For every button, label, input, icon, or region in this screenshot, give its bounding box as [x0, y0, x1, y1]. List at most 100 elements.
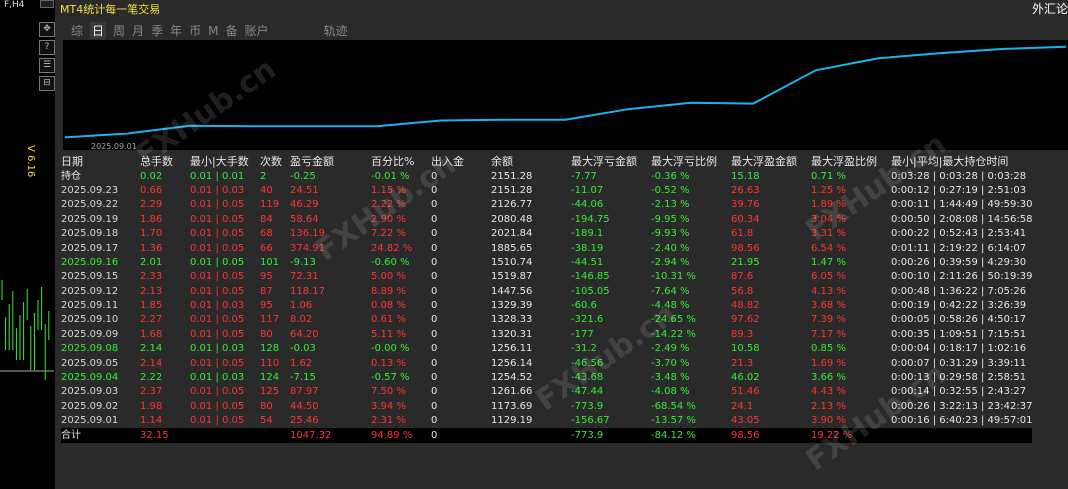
tab-0[interactable]: 综 — [71, 22, 83, 39]
cell-balance: 1885.65 — [491, 242, 533, 254]
cell-maxloss_pct: -3.48 % — [651, 372, 690, 384]
cell-date: 2025.09.09 — [61, 328, 119, 340]
tab-6[interactable]: 币 — [189, 22, 201, 39]
tab-5[interactable]: 年 — [170, 22, 182, 39]
total-row: 合计 32.15 1047.32 94.89 % 0 -773.9 -84.12 % 98.5… — [61, 428, 1033, 443]
cell-lots: 1.14 — [140, 415, 163, 427]
cell-maxloss: -194.75 — [571, 213, 610, 225]
cell-date: 2025.09.16 — [61, 256, 119, 268]
cell-deposit: 0 — [431, 415, 438, 427]
cell-maxloss: -177 — [571, 328, 594, 340]
cell-maxloss: -31.2 — [571, 343, 597, 355]
cell-date: 2025.09.04 — [61, 372, 119, 384]
table-row[interactable]: 2025.09.09 1.68 0.01 | 0.05 80 64.20 5.11 % 0 1… — [61, 328, 1032, 342]
cell-maxprofit_pct: 1.47 % — [811, 256, 846, 268]
table-row[interactable]: 2025.09.22 2.29 0.01 | 0.05 119 46.29 2.22 % 0… — [61, 198, 1032, 212]
table-row[interactable]: 2025.09.11 1.85 0.01 | 0.03 95 1.06 0.08 % 0 13… — [61, 299, 1032, 313]
cell-lots: 2.27 — [140, 314, 163, 326]
table-row[interactable]: 2025.09.02 1.98 0.01 | 0.05 80 44.50 3.94 % 0 1… — [61, 400, 1032, 414]
cell-hold: 0:00:22 | 0:52:43 | 2:53:41 — [891, 228, 1027, 240]
table-row[interactable]: 2025.09.01 1.14 0.01 | 0.05 54 25.46 2.31 % 0 1… — [61, 414, 1032, 428]
panel-collapse-button[interactable] — [40, 0, 54, 8]
table-row[interactable]: 2025.09.15 2.33 0.01 | 0.05 95 72.31 5.00 % 0 1… — [61, 270, 1032, 284]
tab-3[interactable]: 月 — [132, 22, 144, 39]
tab-10[interactable]: 轨迹 — [324, 22, 348, 39]
column-header: 余额 — [491, 155, 513, 169]
cell-hold: 0:01:11 | 2:19:22 | 6:14:07 — [891, 242, 1027, 254]
cell-pct: -0.00 % — [371, 343, 410, 355]
cell-date: 2025.09.18 — [61, 228, 119, 240]
tab-2[interactable]: 周 — [113, 22, 125, 39]
cell-maxloss: -7.77 — [571, 170, 597, 182]
column-header: 最大浮盈金额 — [731, 155, 797, 169]
table-row[interactable]: 2025.09.18 1.70 0.01 | 0.05 68 136.19 7.22 % 0… — [61, 227, 1032, 241]
cell-hold: 0:00:11 | 1:44:49 | 49:59:30 — [891, 199, 1033, 211]
tab-7[interactable]: M — [208, 24, 218, 38]
cell-pnl: -0.25 — [290, 170, 316, 182]
cell-date: 2025.09.19 — [61, 213, 119, 225]
cell-balance: 1129.19 — [491, 415, 533, 427]
cell-lots: 2.13 — [140, 285, 163, 297]
daily-stats-table: 日期 总手数 最小|大手数 次数 盈亏金额 百分比% 出入金 余额 最大浮亏金额 最大浮亏比例 最大… — [61, 155, 1033, 443]
cell-deposit: 0 — [431, 328, 438, 340]
tab-9[interactable]: 账户 — [244, 22, 268, 39]
cell-balance: 1320.31 — [491, 328, 533, 340]
tab-4[interactable]: 季 — [151, 22, 163, 39]
table-row[interactable]: 2025.09.03 2.37 0.01 | 0.05 125 87.97 7.50 % 0… — [61, 385, 1032, 399]
tab-1[interactable]: 日 — [90, 22, 107, 39]
table-row[interactable]: 2025.09.12 2.13 0.01 | 0.05 87 118.17 8.89 % 0… — [61, 285, 1032, 299]
table-row[interactable]: 2025.09.16 2.01 0.01 | 0.05 101 -9.13 -0.60 %… — [61, 256, 1032, 270]
column-header: 最大浮盈比例 — [811, 155, 877, 169]
cell-maxprofit_pct: 4.13 % — [811, 285, 846, 297]
cell-maxloss_pct: -2.13 % — [651, 199, 690, 211]
column-header: 出入金 — [431, 155, 464, 169]
cell-maxprofit: 60.34 — [731, 213, 760, 225]
help-icon[interactable]: ? — [39, 40, 55, 55]
cell-count: 40 — [260, 184, 273, 196]
move-icon[interactable]: ✥ — [39, 22, 55, 37]
table-row[interactable]: 2025.09.17 1.36 0.01 | 0.05 66 374.91 24.82 %… — [61, 241, 1032, 255]
table-row[interactable]: 2025.09.08 2.14 0.01 | 0.03 128 -0.03 -0.00 %… — [61, 342, 1032, 356]
minimize-icon[interactable]: ⊟ — [39, 76, 55, 91]
table-row[interactable]: 2025.09.19 1.86 0.01 | 0.05 84 58.64 2.90 % 0 2… — [61, 213, 1032, 227]
cell-lots: 2.01 — [140, 256, 163, 268]
cell-pnl: -9.13 — [290, 256, 316, 268]
cell-balance: 1256.11 — [491, 343, 533, 355]
table-row[interactable]: 2025.09.05 2.14 0.01 | 0.05 110 1.62 0.13 % 0 1… — [61, 356, 1032, 370]
price-chart-candles — [0, 280, 54, 380]
cell-minmax: 0.01 | 0.01 — [190, 170, 245, 182]
cell-pnl: 46.29 — [290, 199, 319, 211]
cell-count: 80 — [260, 328, 273, 340]
cell-pct: 2.22 % — [371, 199, 406, 211]
cell-minmax: 0.01 | 0.05 — [190, 328, 245, 340]
cell-lots: 1.85 — [140, 300, 163, 312]
table-row[interactable]: 2025.09.23 0.66 0.01 | 0.03 40 24.51 1.15 % 0 2… — [61, 184, 1032, 198]
total-pct: 94.89 % — [371, 428, 431, 443]
menu-icon[interactable]: ☰ — [39, 58, 55, 73]
cell-hold: 0:00:26 | 3:22:13 | 23:42:37 — [891, 400, 1033, 412]
cell-maxprofit_pct: 3.31 % — [811, 228, 846, 240]
cell-maxloss: -146.85 — [571, 271, 610, 283]
cell-maxloss: -321.6 — [571, 314, 604, 326]
total-minmax — [190, 428, 260, 443]
cell-minmax: 0.01 | 0.03 — [190, 300, 245, 312]
cell-date: 2025.09.05 — [61, 357, 119, 369]
cell-pnl: 44.50 — [290, 400, 319, 412]
table-row[interactable]: 2025.09.10 2.27 0.01 | 0.05 117 8.02 0.61 % 0 1… — [61, 313, 1032, 327]
cell-count: 84 — [260, 213, 273, 225]
table-row[interactable]: 2025.09.04 2.22 0.01 | 0.03 124 -7.15 -0.57 %… — [61, 371, 1032, 385]
tab-8[interactable]: 备 — [225, 22, 237, 39]
cell-pct: 8.89 % — [371, 285, 406, 297]
cell-date: 2025.09.17 — [61, 242, 119, 254]
cell-count: 119 — [260, 199, 280, 211]
panel-title: MT4统计每一笔交易 — [60, 3, 161, 16]
total-maxloss_pct: -84.12 % — [651, 428, 731, 443]
cell-lots: 2.33 — [140, 271, 163, 283]
cell-hold: 0:00:48 | 1:36:22 | 7:05:26 — [891, 285, 1027, 297]
cell-count: 66 — [260, 242, 273, 254]
cell-maxprofit_pct: 3.90 % — [811, 415, 846, 427]
cell-deposit: 0 — [431, 213, 438, 225]
cell-maxprofit_pct: 1.69 % — [811, 357, 846, 369]
table-row[interactable]: 持仓 0.02 0.01 | 0.01 2 -0.25 -0.01 % 0 2151.28 -7… — [61, 169, 1032, 183]
cell-balance: 1519.87 — [491, 271, 533, 283]
